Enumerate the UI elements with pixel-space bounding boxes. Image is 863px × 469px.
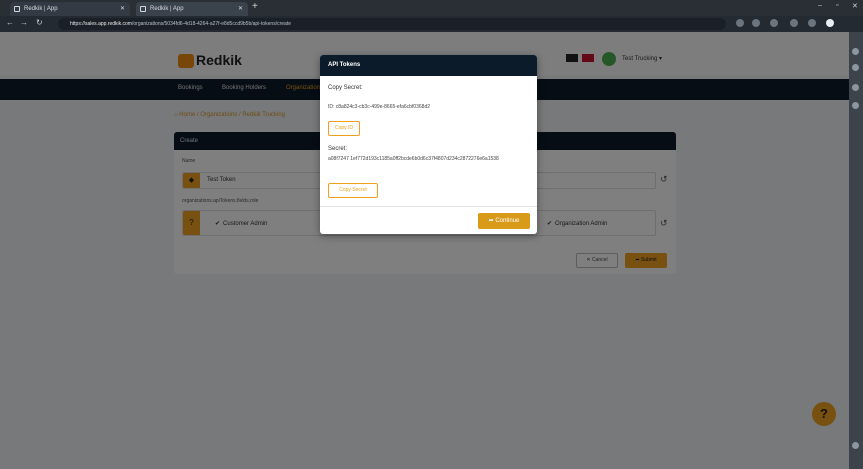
modal-title: API Tokens — [320, 55, 537, 76]
settings-icon[interactable] — [852, 442, 859, 449]
browser-address-bar: ← → ↻ https://sales.app.redkik.com/organ… — [0, 16, 863, 32]
extension-icon[interactable] — [752, 19, 760, 27]
maximize-icon[interactable]: ▫ — [836, 2, 838, 9]
secret-heading: Secret: — [328, 146, 348, 152]
browser-tab[interactable]: Redkik | App ✕ — [10, 2, 130, 16]
minimize-icon[interactable]: – — [818, 2, 822, 9]
app-icon[interactable] — [852, 102, 859, 109]
forward-icon[interactable]: → — [20, 18, 28, 27]
extension-icon[interactable] — [736, 19, 744, 27]
profile-icon[interactable] — [826, 19, 834, 27]
api-tokens-modal: API Tokens Copy Secret: ID: c8a824c3-cb3… — [320, 55, 537, 234]
copy-secret-heading: Copy Secret: — [328, 85, 363, 91]
extension-icon[interactable] — [808, 19, 816, 27]
app-icon[interactable] — [852, 84, 859, 91]
tools-icon[interactable] — [852, 64, 859, 71]
reload-icon[interactable]: ↻ — [36, 18, 43, 27]
close-icon[interactable]: ✕ — [238, 2, 243, 16]
close-icon[interactable]: ✕ — [120, 2, 125, 16]
search-icon[interactable] — [852, 48, 859, 55]
copy-secret-button[interactable]: Copy Secret — [328, 183, 378, 198]
browser-side-panel — [849, 32, 863, 469]
page-icon — [140, 6, 146, 12]
browser-tab-bar: Redkik | App ✕ Redkik | App ✕ + – ▫ ✕ — [0, 0, 863, 16]
bookmark-icon[interactable] — [770, 19, 778, 27]
url-host: https://sales.app.redkik.com — [70, 21, 132, 27]
token-id-text: ID: c8a824c3-cb3c-499e-8665-efa6cbf0368d… — [328, 104, 431, 110]
tab-label: Redkik | App — [150, 6, 184, 12]
continue-button[interactable]: ➦ Continue — [478, 213, 530, 229]
url-input[interactable]: https://sales.app.redkik.com/organizatio… — [58, 18, 726, 30]
new-tab-icon[interactable]: + — [252, 1, 258, 12]
browser-tab-active[interactable]: Redkik | App ✕ — [136, 2, 248, 16]
extension-icon[interactable] — [790, 19, 798, 27]
copy-id-button[interactable]: Copy ID — [328, 121, 360, 136]
modal-divider — [320, 206, 537, 207]
window-close-icon[interactable]: ✕ — [852, 2, 858, 10]
back-icon[interactable]: ← — [6, 18, 14, 27]
secret-value-text: a08f7247 1ef772d193c1185a0ff2bcde6b0d6c3… — [328, 156, 499, 162]
tab-label: Redkik | App — [24, 6, 58, 12]
page-icon — [14, 6, 20, 12]
url-path: /organizations/5034fd6-4d18-4264-a27f-e8… — [131, 21, 291, 27]
